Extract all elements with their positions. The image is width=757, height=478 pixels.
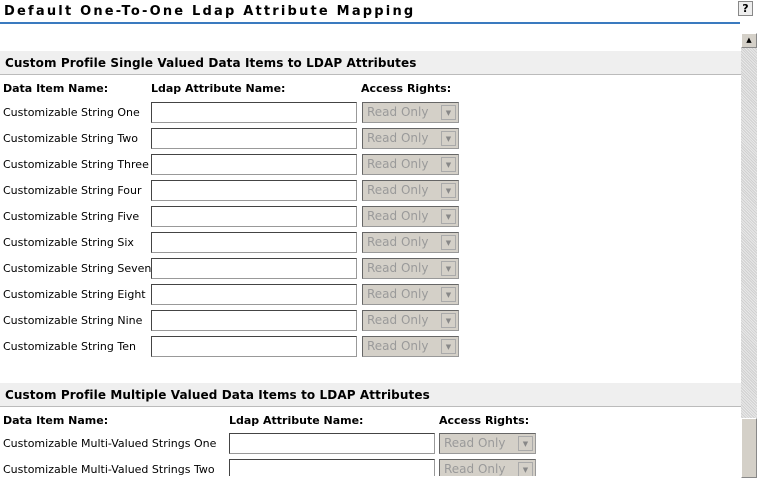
access-rights-select[interactable]: Read Only ▼ bbox=[362, 232, 459, 253]
chevron-down-icon: ▼ bbox=[441, 339, 456, 354]
multi-section-heading: Custom Profile Multiple Valued Data Item… bbox=[0, 383, 741, 407]
chevron-down-icon: ▼ bbox=[441, 235, 456, 250]
access-rights-value: Read Only bbox=[367, 105, 429, 119]
data-item-label: Customizable Multi-Valued Strings One bbox=[3, 437, 217, 450]
help-button[interactable]: ? bbox=[738, 1, 753, 16]
chevron-down-icon: ▼ bbox=[518, 462, 533, 476]
access-rights-value: Read Only bbox=[367, 313, 429, 327]
ldap-attribute-input[interactable] bbox=[151, 310, 357, 331]
multi-col-rights: Access Rights: bbox=[439, 414, 530, 427]
ldap-attribute-input[interactable] bbox=[151, 232, 357, 253]
access-rights-value: Read Only bbox=[367, 261, 429, 275]
data-item-label: Customizable String Ten bbox=[3, 340, 136, 353]
single-section-heading: Custom Profile Single Valued Data Items … bbox=[0, 51, 741, 75]
access-rights-value: Read Only bbox=[367, 131, 429, 145]
data-item-label: Customizable String Two bbox=[3, 132, 138, 145]
chevron-down-icon: ▼ bbox=[441, 261, 456, 276]
ldap-attribute-input[interactable] bbox=[151, 154, 357, 175]
access-rights-select[interactable]: Read Only ▼ bbox=[362, 154, 459, 175]
vertical-scrollbar[interactable]: ▲ bbox=[741, 33, 757, 478]
ldap-attribute-input[interactable] bbox=[151, 336, 357, 357]
multi-col-item: Data Item Name: bbox=[3, 414, 109, 427]
chevron-down-icon: ▼ bbox=[441, 157, 456, 172]
ldap-attribute-input[interactable] bbox=[229, 459, 435, 476]
chevron-down-icon: ▼ bbox=[441, 313, 456, 328]
chevron-down-icon: ▼ bbox=[441, 131, 456, 146]
scrollbar-thumb[interactable] bbox=[741, 418, 757, 478]
access-rights-select[interactable]: Read Only ▼ bbox=[362, 102, 459, 123]
access-rights-value: Read Only bbox=[367, 287, 429, 301]
data-item-label: Customizable String Eight bbox=[3, 288, 146, 301]
access-rights-select[interactable]: Read Only ▼ bbox=[362, 128, 459, 149]
single-col-item: Data Item Name: bbox=[3, 82, 109, 95]
access-rights-value: Read Only bbox=[444, 462, 506, 476]
access-rights-select[interactable]: Read Only ▼ bbox=[362, 284, 459, 305]
page-title: Default One-To-One Ldap Attribute Mappin… bbox=[4, 4, 416, 19]
ldap-attribute-input[interactable] bbox=[151, 258, 357, 279]
access-rights-value: Read Only bbox=[367, 183, 429, 197]
ldap-attribute-input[interactable] bbox=[151, 180, 357, 201]
access-rights-select[interactable]: Read Only ▼ bbox=[362, 310, 459, 331]
data-item-label: Customizable String Four bbox=[3, 184, 142, 197]
data-item-label: Customizable String Seven bbox=[3, 262, 152, 275]
access-rights-select[interactable]: Read Only ▼ bbox=[362, 206, 459, 227]
data-item-label: Customizable String Five bbox=[3, 210, 140, 223]
ldap-attribute-input[interactable] bbox=[151, 284, 357, 305]
data-item-label: Customizable String Nine bbox=[3, 314, 143, 327]
chevron-down-icon: ▼ bbox=[441, 105, 456, 120]
chevron-down-icon: ▼ bbox=[441, 209, 456, 224]
access-rights-value: Read Only bbox=[367, 157, 429, 171]
single-col-rights: Access Rights: bbox=[361, 82, 452, 95]
access-rights-select[interactable]: Read Only ▼ bbox=[362, 180, 459, 201]
data-item-label: Customizable String Three bbox=[3, 158, 149, 171]
multi-col-attr: Ldap Attribute Name: bbox=[229, 414, 364, 427]
access-rights-select[interactable]: Read Only ▼ bbox=[439, 459, 536, 476]
access-rights-value: Read Only bbox=[367, 339, 429, 353]
data-item-label: Customizable String Six bbox=[3, 236, 134, 249]
access-rights-select[interactable]: Read Only ▼ bbox=[362, 258, 459, 279]
access-rights-value: Read Only bbox=[367, 209, 429, 223]
data-item-label: Customizable Multi-Valued Strings Two bbox=[3, 463, 215, 476]
ldap-attribute-input[interactable] bbox=[151, 206, 357, 227]
access-rights-value: Read Only bbox=[444, 436, 506, 450]
ldap-attribute-input[interactable] bbox=[151, 102, 357, 123]
access-rights-select[interactable]: Read Only ▼ bbox=[439, 433, 536, 454]
ldap-attribute-input[interactable] bbox=[229, 433, 435, 454]
access-rights-value: Read Only bbox=[367, 235, 429, 249]
data-item-label: Customizable String One bbox=[3, 106, 140, 119]
chevron-down-icon: ▼ bbox=[441, 183, 456, 198]
scroll-up-arrow-icon[interactable]: ▲ bbox=[741, 33, 757, 48]
single-col-attr: Ldap Attribute Name: bbox=[151, 82, 286, 95]
content-area: Custom Profile Single Valued Data Items … bbox=[0, 24, 741, 476]
chevron-down-icon: ▼ bbox=[518, 436, 533, 451]
access-rights-select[interactable]: Read Only ▼ bbox=[362, 336, 459, 357]
ldap-attribute-input[interactable] bbox=[151, 128, 357, 149]
chevron-down-icon: ▼ bbox=[441, 287, 456, 302]
